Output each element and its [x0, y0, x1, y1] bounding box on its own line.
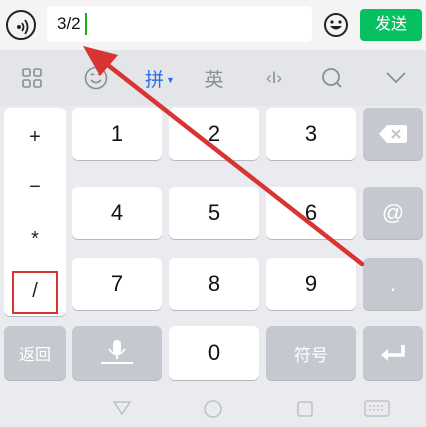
digit-key-2[interactable]: 2	[169, 108, 259, 160]
digit-key-6[interactable]: 6	[266, 187, 356, 239]
digit-key-8[interactable]: 8	[169, 258, 259, 310]
pinyin-mode-label: 拼	[145, 69, 165, 91]
backspace-icon	[379, 125, 407, 143]
symbol-column: + − * /	[4, 108, 66, 316]
digit-key-9[interactable]: 9	[266, 258, 356, 310]
at-key[interactable]: @	[363, 187, 423, 239]
voice-key[interactable]	[72, 326, 162, 380]
backspace-key[interactable]	[363, 108, 423, 160]
search-icon[interactable]	[312, 50, 352, 106]
sound-wave-icon	[17, 19, 29, 35]
multiply-key[interactable]: *	[4, 228, 66, 251]
caret-down-icon: ▼	[166, 75, 175, 85]
emoji-button[interactable]	[322, 11, 350, 39]
digit-key-3[interactable]: 3	[266, 108, 356, 160]
collapse-keyboard-icon[interactable]	[376, 50, 416, 106]
send-button[interactable]: 发送	[360, 9, 422, 41]
enter-key[interactable]	[363, 326, 423, 380]
dot-key[interactable]: .	[363, 258, 423, 310]
recents-square-icon[interactable]	[296, 400, 314, 418]
pinyin-mode-tab[interactable]: 拼 ▼	[136, 50, 184, 106]
cursor-move-icon[interactable]: ‹I›	[252, 50, 296, 106]
grid-icon[interactable]	[12, 50, 52, 106]
ime-toolbar: 拼 ▼ 英 ‹I›	[0, 50, 426, 106]
keyboard-icon[interactable]	[364, 400, 390, 418]
digit-key-7[interactable]: 7	[72, 258, 162, 310]
symbol-key[interactable]: 符号	[266, 326, 356, 380]
english-mode-tab[interactable]: 英	[194, 50, 234, 106]
back-key[interactable]: 返回	[4, 326, 66, 380]
emoji-icon[interactable]	[76, 50, 116, 106]
enter-icon	[381, 345, 405, 361]
text-cursor	[85, 13, 87, 35]
message-input[interactable]: 3/2	[47, 6, 312, 42]
digit-key-5[interactable]: 5	[169, 187, 259, 239]
voice-input-button[interactable]	[6, 10, 36, 40]
digit-key-0[interactable]: 0	[169, 326, 259, 380]
back-triangle-icon[interactable]	[112, 400, 132, 416]
plus-key[interactable]: +	[4, 126, 66, 149]
smiley-icon	[324, 13, 348, 37]
microphone-icon	[101, 340, 133, 364]
divide-key-highlight	[12, 271, 58, 314]
home-circle-icon[interactable]	[203, 399, 223, 419]
minus-key[interactable]: −	[4, 176, 66, 199]
input-bar: 3/2 发送	[0, 0, 426, 50]
system-nav-bar	[0, 387, 426, 427]
digit-key-4[interactable]: 4	[72, 187, 162, 239]
digit-key-1[interactable]: 1	[72, 108, 162, 160]
message-input-value: 3/2	[57, 14, 81, 33]
